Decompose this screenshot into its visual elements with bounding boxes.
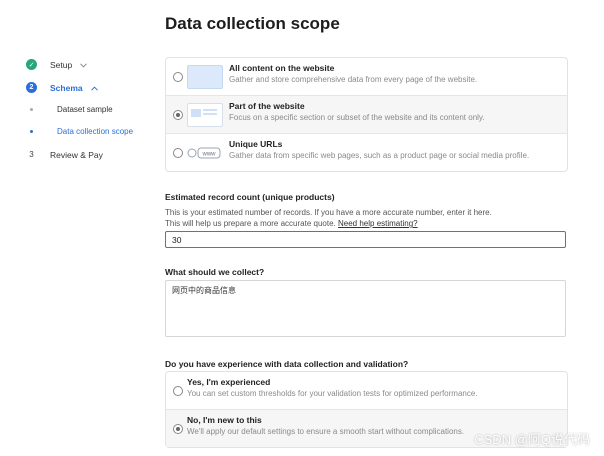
collect-value: 网页中的商品信息: [172, 286, 236, 295]
collect-label: What should we collect?: [165, 267, 265, 277]
option-title: All content on the website: [229, 63, 335, 73]
wizard-sidebar: ✓ Setup 2 Schema Dataset sample Data col…: [0, 0, 160, 456]
bullet-icon: [30, 108, 33, 111]
substep-data-collection-scope[interactable]: Data collection scope: [30, 127, 133, 136]
step-schema[interactable]: 2 Schema: [26, 82, 98, 93]
radio-button[interactable]: [173, 147, 183, 158]
section-thumbnail-icon: [187, 102, 223, 127]
substep-label: Dataset sample: [57, 105, 113, 114]
watermark: CSDN @阿Q说代码: [474, 432, 590, 447]
step-number-badge: 2: [26, 82, 37, 93]
help-text: This will help us prepare a more accurat…: [165, 219, 336, 228]
option-description: Gather and store comprehensive data from…: [229, 75, 478, 84]
option-title: Yes, I'm experienced: [187, 377, 271, 387]
step-review-pay[interactable]: 3 Review & Pay: [26, 149, 103, 160]
bullet-icon: [30, 130, 33, 133]
radio-button-selected[interactable]: [173, 109, 183, 120]
step-number-badge: 3: [29, 150, 34, 159]
option-description: Focus on a specific section or subset of…: [229, 113, 485, 122]
chevron-up-icon: [90, 83, 98, 93]
option-title: Unique URLs: [229, 139, 283, 149]
chevron-down-icon: [80, 60, 88, 70]
step-setup[interactable]: ✓ Setup: [26, 59, 88, 70]
help-text-line2: This will help us prepare a more accurat…: [165, 218, 492, 229]
step-label: Schema: [50, 82, 83, 93]
step-label: Setup: [50, 59, 73, 70]
url-thumbnail-icon: www: [187, 141, 221, 164]
record-count-label: Estimated record count (unique products): [165, 192, 335, 202]
option-description: Gather data from specific web pages, suc…: [229, 151, 530, 160]
scope-options: All content on the website Gather and st…: [165, 57, 568, 172]
record-count-help: This is your estimated number of records…: [165, 207, 492, 229]
substep-label: Data collection scope: [57, 127, 134, 136]
experience-option-yes[interactable]: Yes, I'm experienced You can set custom …: [166, 372, 567, 410]
need-help-estimating-link[interactable]: Need help estimating?: [338, 219, 418, 228]
page-thumbnail-icon: [187, 64, 223, 89]
collect-textarea[interactable]: 网页中的商品信息: [165, 280, 566, 337]
experience-label: Do you have experience with data collect…: [165, 359, 409, 369]
substep-dataset-sample[interactable]: Dataset sample: [30, 105, 113, 114]
check-icon: ✓: [26, 59, 37, 70]
radio-button[interactable]: [173, 71, 183, 82]
step-label: Review & Pay: [50, 149, 103, 160]
scope-option-unique-urls[interactable]: www Unique URLs Gather data from specifi…: [166, 134, 567, 171]
scope-option-all-content[interactable]: All content on the website Gather and st…: [166, 58, 567, 96]
help-text-line: This is your estimated number of records…: [165, 208, 492, 217]
option-description: You can set custom thresholds for your v…: [187, 389, 478, 398]
option-description: We'll apply our default settings to ensu…: [187, 427, 465, 436]
radio-button-selected[interactable]: [173, 423, 183, 434]
www-label: www: [202, 151, 217, 157]
page-title: Data collection scope: [165, 14, 340, 33]
option-title: No, I'm new to this: [187, 415, 262, 425]
record-count-input[interactable]: 30: [165, 231, 566, 248]
scope-option-part-of-website[interactable]: Part of the website Focus on a specific …: [166, 96, 567, 134]
record-count-value: 30: [172, 234, 182, 245]
option-title: Part of the website: [229, 101, 305, 111]
radio-button[interactable]: [173, 385, 183, 396]
